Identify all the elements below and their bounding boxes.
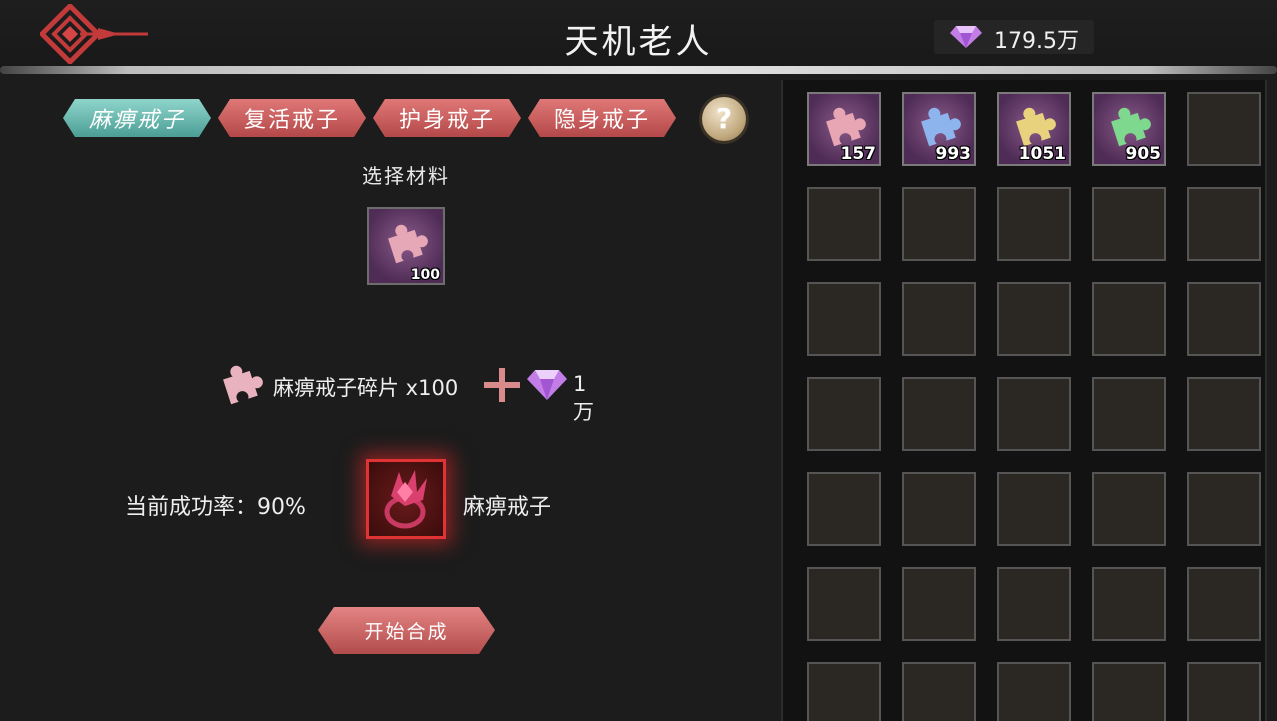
- inventory-empty-slot[interactable]: [1187, 567, 1261, 641]
- inventory-empty-slot[interactable]: [902, 662, 976, 721]
- inventory-empty-slot[interactable]: [807, 662, 881, 721]
- success-rate: 当前成功率：90%: [125, 495, 306, 520]
- result-item-name: 麻痹戒子: [463, 495, 552, 520]
- inventory-empty-slot[interactable]: [1092, 187, 1166, 261]
- puzzle-piece-icon: [826, 107, 866, 147]
- tab-paralysis-ring[interactable]: 麻痹戒子: [63, 99, 211, 137]
- fragment-requirement: 麻痹戒子碎片 x100: [273, 376, 459, 400]
- puzzle-piece-icon: [388, 224, 428, 264]
- inventory-empty-slot[interactable]: [807, 377, 881, 451]
- start-crafting-button[interactable]: 开始合成: [318, 607, 495, 654]
- inventory-empty-slot[interactable]: [807, 472, 881, 546]
- inventory-empty-slot[interactable]: [1187, 187, 1261, 261]
- tab-revival-ring[interactable]: 复活戒子: [218, 99, 366, 137]
- inventory-empty-slot[interactable]: [997, 472, 1071, 546]
- inventory-empty-slot[interactable]: [902, 567, 976, 641]
- inventory-item-count: 905: [1125, 144, 1162, 164]
- inventory-empty-slot[interactable]: [1187, 377, 1261, 451]
- inventory-item-slot[interactable]: 1051: [997, 92, 1071, 166]
- inventory-item-count: 1051: [1018, 144, 1066, 164]
- puzzle-piece-icon: [1111, 107, 1151, 147]
- inventory-empty-slot[interactable]: [997, 662, 1071, 721]
- ring-fragment-icon: [223, 365, 263, 405]
- inventory-empty-slot[interactable]: [807, 567, 881, 641]
- inventory-empty-slot[interactable]: [1092, 567, 1166, 641]
- inventory-empty-slot[interactable]: [807, 187, 881, 261]
- result-item-slot[interactable]: [366, 459, 446, 539]
- tab-protection-ring[interactable]: 护身戒子: [373, 99, 521, 137]
- inventory-empty-slot[interactable]: [1092, 472, 1166, 546]
- inventory-grid: 157 993 1051 905: [781, 80, 1267, 721]
- inventory-item-count: 157: [840, 144, 877, 164]
- ring-icon: [384, 470, 427, 529]
- inventory-empty-slot[interactable]: [902, 282, 976, 356]
- inventory-empty-slot[interactable]: [997, 282, 1071, 356]
- select-materials-label: 选择材料: [362, 164, 450, 188]
- help-button[interactable]: ?: [702, 97, 746, 141]
- tab-invisibility-ring[interactable]: 隐身戒子: [528, 99, 676, 137]
- plus-icon: [484, 368, 520, 402]
- puzzle-piece-icon: [1016, 107, 1056, 147]
- inventory-empty-slot[interactable]: [1187, 662, 1261, 721]
- inventory-empty-slot[interactable]: [997, 377, 1071, 451]
- inventory-item-slot[interactable]: 905: [1092, 92, 1166, 166]
- diamond-cost: 1万: [573, 372, 594, 424]
- diamond-icon: [527, 370, 567, 400]
- inventory-empty-slot[interactable]: [1092, 662, 1166, 721]
- diamond-balance-value: 179.5万: [994, 29, 1079, 54]
- inventory-empty-slot[interactable]: [902, 472, 976, 546]
- inventory-empty-slot[interactable]: [902, 187, 976, 261]
- top-bar-divider: [0, 66, 1277, 74]
- inventory-item-slot[interactable]: 157: [807, 92, 881, 166]
- inventory-empty-slot[interactable]: [1187, 282, 1261, 356]
- puzzle-piece-icon: [921, 107, 961, 147]
- inventory-empty-slot[interactable]: [902, 377, 976, 451]
- inventory-empty-slot[interactable]: [807, 282, 881, 356]
- inventory-empty-slot[interactable]: [1092, 282, 1166, 356]
- inventory-empty-slot[interactable]: [1187, 472, 1261, 546]
- diamond-balance: 179.5万: [934, 20, 1094, 54]
- inventory-empty-slot[interactable]: [997, 567, 1071, 641]
- diamond-icon: [950, 26, 982, 48]
- inventory-empty-slot[interactable]: [1187, 92, 1261, 166]
- material-count: 100: [410, 267, 440, 283]
- inventory-item-slot[interactable]: 993: [902, 92, 976, 166]
- inventory-empty-slot[interactable]: [1092, 377, 1166, 451]
- inventory-empty-slot[interactable]: [997, 187, 1071, 261]
- inventory-item-count: 993: [935, 144, 972, 164]
- material-slot[interactable]: 100: [367, 207, 445, 285]
